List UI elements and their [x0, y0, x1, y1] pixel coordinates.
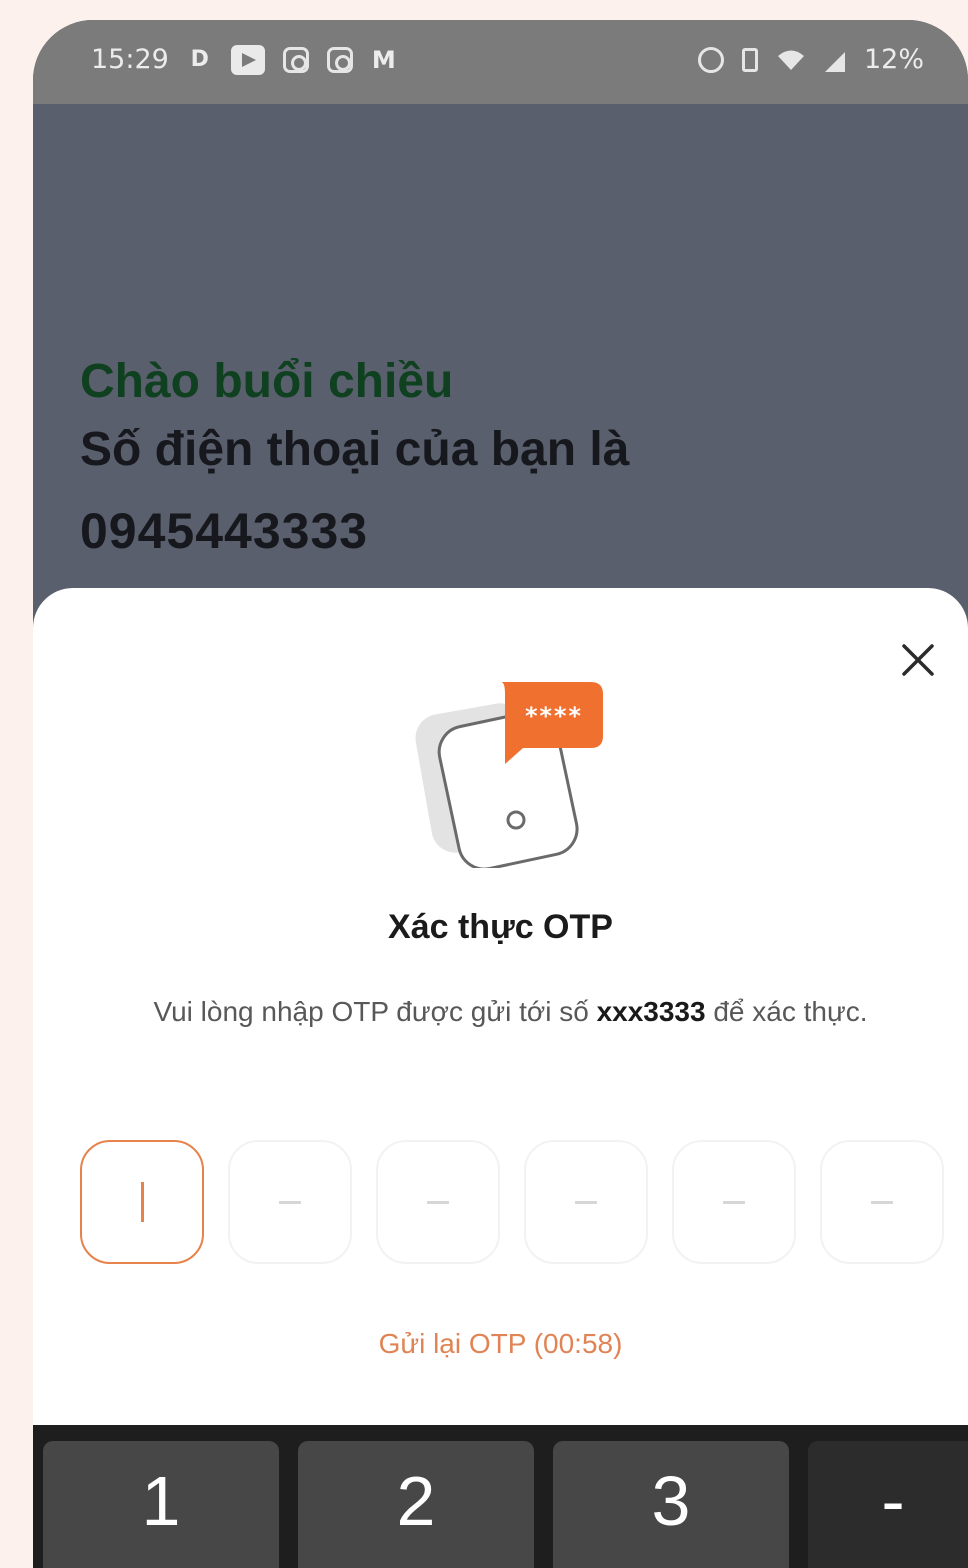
d-app-icon: D — [190, 46, 209, 72]
resend-otp-link[interactable]: Gửi lại OTP (00:58) — [33, 1328, 968, 1360]
key-2[interactable]: 2 — [298, 1441, 534, 1568]
desc-after: để xác thực. — [705, 996, 868, 1027]
empty-dash — [279, 1200, 301, 1204]
otp-digit-1[interactable] — [80, 1140, 204, 1264]
empty-dash — [575, 1200, 597, 1204]
otp-input-row — [80, 1140, 944, 1264]
status-left: 15:29 D M — [91, 44, 397, 75]
phone-otp-illustration: **** — [415, 682, 603, 868]
otp-digit-6[interactable] — [820, 1140, 944, 1264]
greeting-title: Chào buổi chiều — [80, 355, 454, 408]
status-bar: 15:29 D M 12% — [33, 20, 968, 104]
close-icon — [902, 644, 934, 676]
battery-level: 12% — [863, 44, 924, 75]
otp-badge-text: **** — [524, 702, 582, 730]
key-3[interactable]: 3 — [553, 1441, 789, 1568]
otp-description: Vui lòng nhập OTP được gửi tới số xxx333… — [93, 986, 928, 1038]
desc-before: Vui lòng nhập OTP được gửi tới số — [153, 996, 597, 1027]
empty-dash — [871, 1200, 893, 1204]
status-time: 15:29 — [91, 44, 169, 75]
wifi-icon — [776, 48, 806, 72]
numeric-keypad: 1 2 3 - — [33, 1425, 968, 1568]
empty-dash — [427, 1200, 449, 1204]
otp-digit-4[interactable] — [524, 1140, 648, 1264]
otp-bottom-sheet: **** Xác thực OTP Vui lòng nhập OTP được… — [33, 588, 968, 1568]
empty-dash — [723, 1200, 745, 1204]
text-caret — [140, 1182, 144, 1222]
vibrate-icon — [741, 47, 758, 72]
signal-icon — [824, 49, 846, 72]
close-button[interactable] — [898, 640, 938, 680]
instagram-icon — [326, 46, 353, 73]
alarm-icon — [697, 46, 724, 73]
masked-number: xxx3333 — [596, 996, 706, 1027]
otp-digit-2[interactable] — [228, 1140, 352, 1264]
instagram-icon — [282, 46, 309, 73]
otp-title: Xác thực OTP — [388, 908, 613, 946]
phone-number: 0945443333 — [80, 503, 369, 559]
greeting-block: Chào buổi chiều Số điện thoại của bạn là… — [80, 350, 629, 576]
key-1[interactable]: 1 — [43, 1441, 279, 1568]
status-right: 12% — [697, 44, 924, 75]
phone-label: Số điện thoại của bạn là — [80, 423, 630, 476]
otp-digit-3[interactable] — [376, 1140, 500, 1264]
key-dash[interactable]: - — [808, 1441, 968, 1568]
phone-screen: 15:29 D M 12% Chào buổi chiều Số điện th… — [33, 20, 968, 1568]
gmail-icon: M — [371, 45, 396, 74]
otp-digit-5[interactable] — [672, 1140, 796, 1264]
youtube-tv-icon — [230, 44, 265, 75]
